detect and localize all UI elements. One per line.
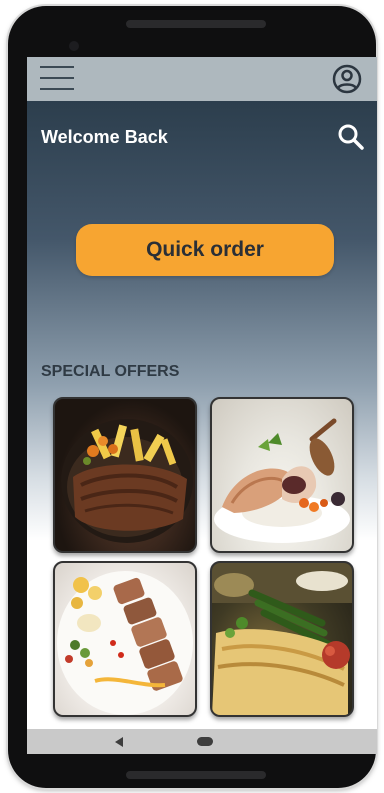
platter-image <box>212 563 352 715</box>
welcome-heading: Welcome Back <box>41 127 168 147</box>
home-pill-icon[interactable] <box>197 737 213 746</box>
quick-order-button[interactable]: Quick order <box>76 224 334 276</box>
chicken-plate-image <box>214 418 350 543</box>
special-offers-title: SPECIAL OFFERS <box>41 363 180 380</box>
menu-line <box>40 66 74 68</box>
app-screen: Welcome Back Quick order SPECIAL OFFERS <box>27 57 377 754</box>
menu-line <box>40 88 74 90</box>
search-icon[interactable] <box>337 123 365 151</box>
offer-card-skewers[interactable] <box>53 561 197 717</box>
skewers-image <box>57 571 193 715</box>
hamburger-menu-icon[interactable] <box>40 63 74 93</box>
app-bar <box>27 57 377 101</box>
account-circle-icon[interactable] <box>332 64 362 94</box>
steak-image <box>61 419 193 543</box>
home-content: Welcome Back Quick order SPECIAL OFFERS <box>27 101 377 729</box>
back-triangle-icon[interactable] <box>115 737 123 747</box>
offer-card-steak[interactable] <box>53 397 197 553</box>
android-nav-bar <box>27 729 377 754</box>
speaker-grille-bottom <box>126 771 266 779</box>
menu-line <box>40 77 74 79</box>
front-camera <box>69 41 79 51</box>
speaker-grille <box>126 20 266 28</box>
offer-card-platter[interactable] <box>210 561 354 717</box>
offer-card-chicken[interactable] <box>210 397 354 553</box>
